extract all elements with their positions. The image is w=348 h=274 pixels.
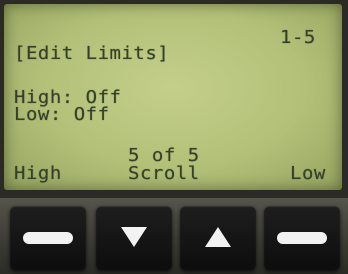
dash-icon [23, 232, 73, 244]
page-indicator: 1-5 [280, 27, 316, 48]
device-panel: 1-5 [Edit Limits] High: Off Low: Off 5 o… [0, 0, 348, 274]
screen-bezel: 1-5 [Edit Limits] High: Off Low: Off 5 o… [0, 0, 348, 198]
softkey-low-button[interactable] [264, 206, 340, 270]
screen-title: [Edit Limits] [14, 43, 170, 64]
softkey-label-high: High [14, 163, 62, 184]
softkey-high-button[interactable] [10, 206, 86, 270]
arrow-down-icon [121, 227, 147, 247]
scroll-up-button[interactable] [180, 206, 256, 270]
lcd-screen: 1-5 [Edit Limits] High: Off Low: Off 5 o… [4, 4, 342, 190]
high-limit-value: High: Off [14, 87, 122, 108]
arrow-up-icon [205, 227, 231, 247]
low-limit-value: Low: Off [14, 104, 110, 125]
dash-icon [277, 232, 327, 244]
softkey-label-low: Low [290, 163, 326, 184]
scroll-down-button[interactable] [96, 206, 172, 270]
item-counter: 5 of 5 [128, 145, 200, 166]
softkey-label-scroll: Scroll [128, 163, 200, 184]
keypad [0, 198, 348, 274]
